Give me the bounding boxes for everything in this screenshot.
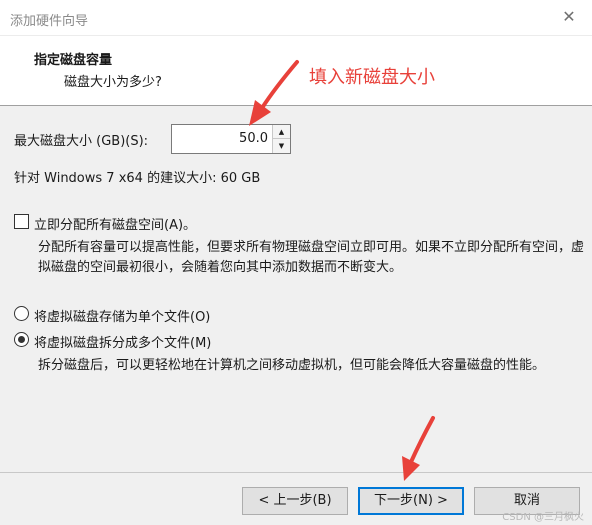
allocate-checkbox-label[interactable]: 立即分配所有磁盘空间(A)。 bbox=[34, 214, 196, 233]
stepper-up-icon[interactable]: ▲ bbox=[273, 125, 290, 139]
single-file-radio-label[interactable]: 将虚拟磁盘存储为单个文件(O) bbox=[34, 306, 210, 325]
title-bar: 添加硬件向导 ✕ bbox=[0, 0, 592, 36]
multiple-files-radio-label[interactable]: 将虚拟磁盘拆分成多个文件(M) bbox=[34, 332, 211, 351]
page-subtitle: 磁盘大小为多少? bbox=[64, 75, 162, 90]
annotation-text: 填入新磁盘大小 bbox=[309, 67, 435, 88]
disk-size-label: 最大磁盘大小 (GB)(S): bbox=[14, 134, 149, 149]
allocate-description: 分配所有容量可以提高性能，但要求所有物理磁盘空间立即可用。如果不立即分配所有空间… bbox=[38, 240, 585, 275]
stepper-down-icon[interactable]: ▼ bbox=[273, 139, 290, 153]
single-file-radio[interactable] bbox=[14, 306, 29, 321]
split-description: 拆分磁盘后，可以更轻松地在计算机之间移动虚拟机，但可能会降低大容量磁盘的性能。 bbox=[38, 358, 546, 373]
recommended-size-text: 针对 Windows 7 x64 的建议大小: 60 GB bbox=[14, 171, 261, 186]
page-title: 指定磁盘容量 bbox=[34, 53, 113, 68]
next-button[interactable]: 下一步(N) > bbox=[358, 487, 464, 515]
watermark-text: CSDN @三月枫火 bbox=[502, 512, 584, 523]
disk-size-stepper[interactable]: 50.0 ▲ ▼ bbox=[171, 124, 291, 154]
allocate-checkbox[interactable] bbox=[14, 214, 29, 229]
wizard-header: 指定磁盘容量 磁盘大小为多少? bbox=[0, 36, 592, 106]
window-title: 添加硬件向导 bbox=[10, 14, 89, 29]
multiple-files-radio[interactable] bbox=[14, 332, 29, 347]
back-button[interactable]: < 上一步(B) bbox=[242, 487, 348, 515]
disk-size-value[interactable]: 50.0 bbox=[239, 131, 268, 146]
bottom-divider bbox=[0, 472, 592, 473]
close-icon[interactable]: ✕ bbox=[560, 8, 578, 26]
stepper-buttons: ▲ ▼ bbox=[272, 125, 290, 153]
